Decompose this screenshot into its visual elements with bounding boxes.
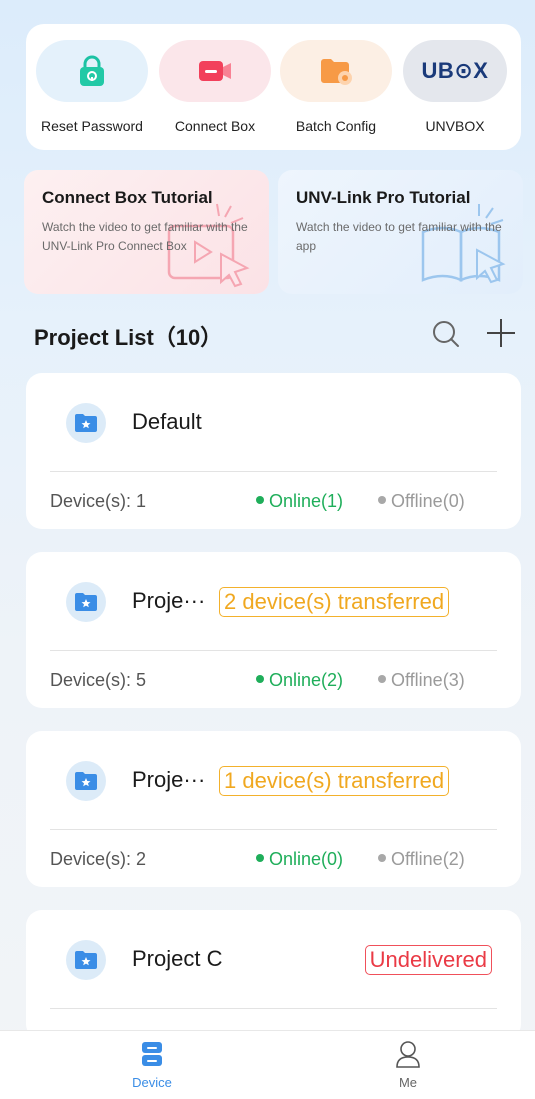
transferred-badge: 1 device(s) transferred: [219, 766, 450, 796]
tab-me-label: Me: [398, 1075, 418, 1090]
online-dot-icon: [256, 854, 264, 862]
offline-status: Offline(2): [378, 849, 465, 870]
offline-dot-icon: [378, 496, 386, 504]
online-status: Online(2): [256, 670, 343, 691]
project-list-header: Project List（10）: [34, 314, 524, 354]
batch-config-button[interactable]: Batch Config: [280, 40, 392, 134]
user-icon: [396, 1041, 420, 1068]
online-status: Online(0): [256, 849, 343, 870]
folder-star-icon: [66, 940, 106, 980]
tab-me[interactable]: Me: [368, 1039, 448, 1090]
online-count: Online(2): [269, 670, 344, 690]
camera-box-icon: [199, 61, 231, 81]
transferred-badge: 2 device(s) transferred: [219, 587, 450, 617]
divider: [50, 1008, 497, 1009]
connect-box-button[interactable]: Connect Box: [159, 40, 271, 134]
online-dot-icon: [256, 675, 264, 683]
offline-status: Offline(3): [378, 670, 465, 691]
connect-box-label: Connect Box: [174, 118, 256, 134]
tab-device[interactable]: Device: [112, 1039, 192, 1090]
search-icon[interactable]: [430, 318, 462, 350]
project-name: Proje···: [132, 588, 206, 613]
reset-password-label: Reset Password: [41, 118, 143, 134]
project-name: Default: [132, 409, 202, 434]
unvbox-button[interactable]: UB⊙X UNVBOX: [399, 40, 511, 134]
project-card-2[interactable]: Proje··· 2 device(s) transferred Device(…: [26, 552, 521, 708]
add-project-icon[interactable]: [484, 316, 518, 350]
undelivered-badge: Undelivered: [364, 945, 492, 975]
offline-status: Offline(0): [378, 491, 465, 512]
folder-star-icon: [66, 403, 106, 443]
lock-icon: [80, 55, 104, 86]
offline-dot-icon: [378, 675, 386, 683]
device-count: Device(s): 1: [50, 491, 147, 511]
quick-actions-card: Reset Password Connect Box Batch Config …: [26, 24, 521, 150]
online-dot-icon: [256, 496, 264, 504]
device-count: Device(s): 2: [50, 849, 147, 869]
offline-dot-icon: [378, 854, 386, 862]
project-list-title: Project List（10）: [34, 325, 223, 350]
batch-config-label: Batch Config: [295, 118, 377, 134]
connect-box-tutorial-card[interactable]: Connect Box Tutorial Watch the video to …: [24, 170, 269, 294]
device-count: Device(s): 5: [50, 670, 147, 690]
divider: [50, 829, 497, 830]
bottom-tab-bar: Device Me: [0, 1030, 535, 1099]
divider: [50, 650, 497, 651]
offline-count: Offline(3): [391, 670, 465, 690]
unv-link-pro-tutorial-card[interactable]: UNV-Link Pro Tutorial Watch the video to…: [278, 170, 523, 294]
project-name: Project C: [132, 946, 223, 971]
tutorial-description: Watch the video to get familiar with the…: [42, 220, 248, 253]
offline-count: Offline(2): [391, 849, 465, 869]
project-card-3[interactable]: Proje··· 1 device(s) transferred Device(…: [26, 731, 521, 887]
ubox-logo-icon: UB⊙X: [421, 58, 489, 83]
folder-star-icon: [66, 582, 106, 622]
folder-star-icon: [66, 761, 106, 801]
online-count: Online(0): [269, 849, 344, 869]
reset-password-button[interactable]: Reset Password: [36, 40, 148, 134]
online-count: Online(1): [269, 491, 344, 511]
tab-device-label: Device: [132, 1075, 172, 1090]
offline-count: Offline(0): [391, 491, 465, 511]
device-icon: [142, 1042, 162, 1066]
unvbox-label: UNVBOX: [425, 118, 485, 134]
folder-gear-icon: [321, 59, 352, 85]
tutorial-description: Watch the video to get familiar with the…: [296, 220, 502, 253]
project-card-default[interactable]: Default Device(s): 1 Online(1) Offline(0…: [26, 373, 521, 529]
divider: [50, 471, 497, 472]
online-status: Online(1): [256, 491, 343, 512]
project-name: Proje···: [132, 767, 206, 792]
project-card-c[interactable]: Project C Undelivered: [26, 910, 521, 1040]
